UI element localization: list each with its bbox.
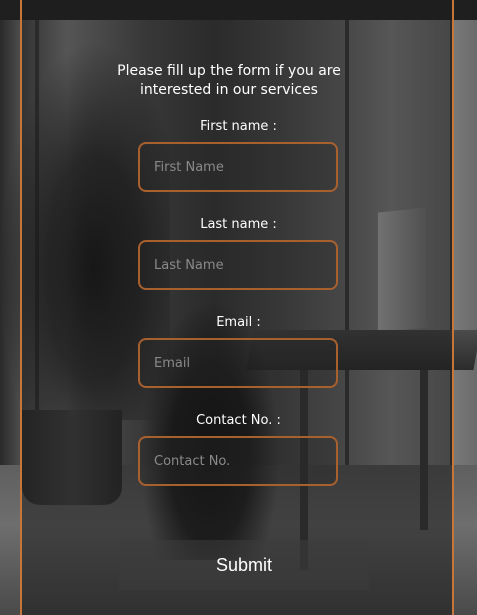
page: Please fill up the form if you are inter…: [0, 0, 477, 615]
last-name-label: Last name :: [200, 217, 277, 232]
form-intro-text: Please fill up the form if you are inter…: [117, 63, 341, 98]
submit-button[interactable]: Submit: [119, 540, 369, 590]
first-name-label: First name :: [200, 119, 277, 134]
email-input[interactable]: [138, 338, 338, 388]
first-name-input[interactable]: [138, 142, 338, 192]
email-label: Email :: [216, 315, 261, 330]
contact-number-label: Contact No. :: [196, 413, 281, 428]
last-name-input[interactable]: [138, 240, 338, 290]
contact-number-input[interactable]: [138, 436, 338, 486]
